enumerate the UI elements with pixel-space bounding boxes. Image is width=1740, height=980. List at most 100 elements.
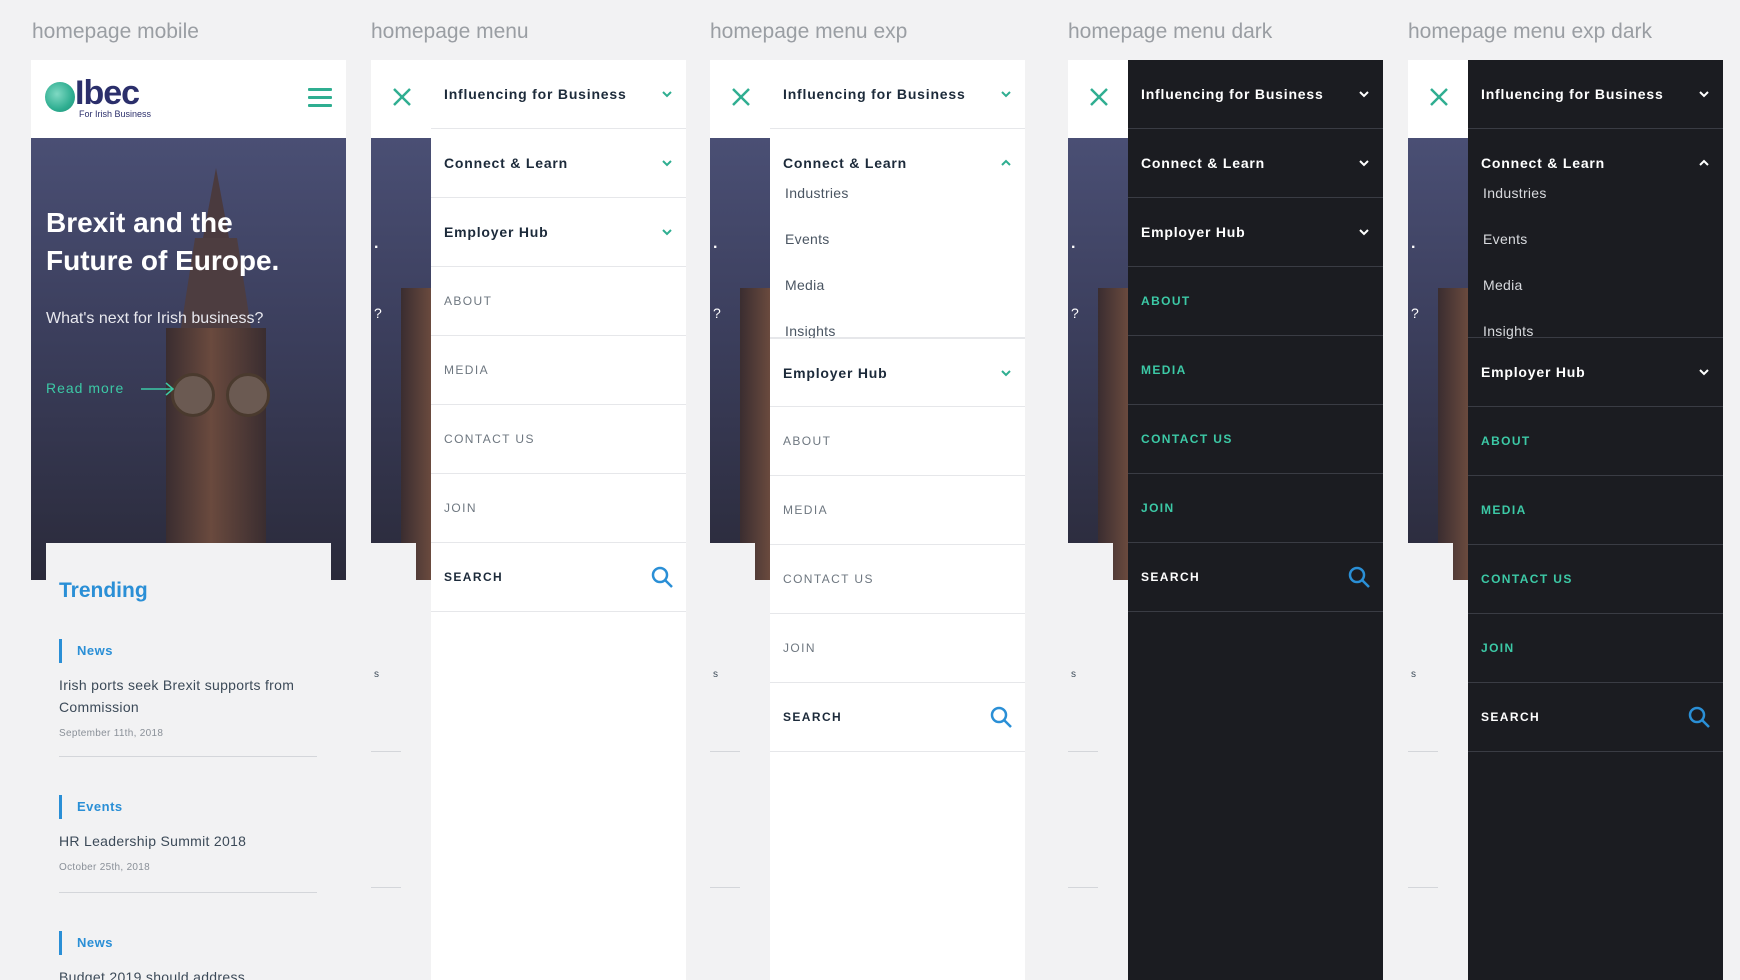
background-page-strip: . ? s [1068,60,1128,980]
clock-face [171,373,215,417]
chevron-down-icon[interactable] [661,227,673,237]
submenu-item-media[interactable]: Media [1483,277,1523,293]
close-icon[interactable] [1428,86,1450,108]
menu-icon[interactable] [308,88,332,108]
strip-hero-char: . [1411,235,1416,252]
menu-item-media[interactable]: MEDIA [1468,476,1723,545]
menu-item-influencing[interactable]: Influencing for Business [1468,60,1723,129]
tower-sliver [1438,288,1468,580]
submenu-item-insights[interactable]: Insights [1483,323,1534,339]
menu-item-employer[interactable]: Employer Hub [1128,198,1383,267]
menu-item-label: ABOUT [444,294,493,308]
submenu-item-industries[interactable]: Industries [785,185,849,201]
menu-item-contact[interactable]: CONTACT US [1468,545,1723,614]
menu-item-about[interactable]: ABOUT [770,407,1025,476]
menu-item-about[interactable]: ABOUT [1468,407,1723,476]
search-icon[interactable] [1687,705,1711,729]
ibec-logo[interactable]: Ibec For Irish Business [45,74,165,122]
frame-homepage-menu: . ? s Influencing for Business Connect &… [371,60,686,980]
chevron-down-icon[interactable] [661,158,673,168]
menu-item-search[interactable]: SEARCH [1468,683,1723,752]
menu-item-influencing[interactable]: Influencing for Business [770,60,1025,129]
arrow-right-icon[interactable] [141,382,175,396]
menu-item-media[interactable]: MEDIA [431,336,686,405]
menu-item-connect[interactable]: Connect & Learn [1128,129,1383,198]
trending-item[interactable]: Events HR Leadership Summit 2018 October… [59,795,317,873]
background-page-strip: . ? s [710,60,770,980]
menu-item-about[interactable]: ABOUT [1128,267,1383,336]
menu-item-label: CONTACT US [1141,432,1233,446]
menu-item-contact[interactable]: CONTACT US [1128,405,1383,474]
logo-mark-icon [45,82,75,112]
menu-item-influencing[interactable]: Influencing for Business [1128,60,1383,129]
search-icon[interactable] [650,565,674,589]
frame-homepage-menu-exp-dark: . ? s Influencing for Business Connect &… [1408,60,1723,980]
menu-item-contact[interactable]: CONTACT US [770,545,1025,614]
artboard-title-menu-dark: homepage menu dark [1068,20,1273,43]
menu-item-search[interactable]: SEARCH [1128,543,1383,612]
chevron-down-icon[interactable] [1000,368,1012,378]
menu-item-employer[interactable]: Employer Hub [770,338,1025,407]
menu-icon-bar [308,96,332,99]
submenu-item-events[interactable]: Events [1483,231,1528,247]
strip-char: s [713,669,718,680]
trending-category: News [59,639,317,663]
menu-item-join[interactable]: JOIN [1128,474,1383,543]
trending-headline[interactable]: Budget 2019 should address [59,966,317,980]
menu-item-influencing[interactable]: Influencing for Business [431,60,686,129]
strip-hero-char: . [1071,235,1076,252]
frame-homepage-menu-dark: . ? s Influencing for Business Connect &… [1068,60,1383,980]
submenu-item-media[interactable]: Media [785,277,825,293]
trending-date: September 11th, 2018 [59,728,164,739]
menu-item-join[interactable]: JOIN [431,474,686,543]
artboard-title-menu-exp-dark: homepage menu exp dark [1408,20,1652,43]
menu-item-search[interactable]: SEARCH [770,683,1025,752]
menu-item-media[interactable]: MEDIA [770,476,1025,545]
menu-item-media[interactable]: MEDIA [1128,336,1383,405]
strip-panel [1408,543,1453,980]
trending-headline[interactable]: Irish ports seek Brexit supports from Co… [59,674,317,718]
trending-item[interactable]: News Budget 2019 should address [59,931,317,980]
trending-headline[interactable]: HR Leadership Summit 2018 [59,830,317,852]
menu-item-connect[interactable]: Connect & Learn [431,129,686,198]
close-icon[interactable] [1088,86,1110,108]
divider [1068,887,1098,888]
chevron-down-icon[interactable] [1698,89,1710,99]
chevron-down-icon[interactable] [1698,367,1710,377]
chevron-down-icon[interactable] [1358,158,1370,168]
menu-item-label: CONTACT US [1481,572,1573,586]
menu-item-employer[interactable]: Employer Hub [1468,338,1723,407]
menu-item-search[interactable]: SEARCH [431,543,686,612]
menu-panel: Influencing for Business Connect & Learn… [431,60,686,980]
menu-item-employer[interactable]: Employer Hub [431,198,686,267]
chevron-down-icon[interactable] [661,89,673,99]
chevron-down-icon[interactable] [1358,227,1370,237]
menu-item-label: Influencing for Business [444,86,627,102]
divider [1068,751,1098,752]
menu-panel: Influencing for Business Connect & Learn… [770,60,1025,980]
search-icon[interactable] [1347,565,1371,589]
submenu-item-insights[interactable]: Insights [785,323,836,339]
read-more-link[interactable]: Read more [46,380,124,396]
menu-panel-dark: Influencing for Business Connect & Learn… [1468,60,1723,980]
search-icon[interactable] [989,705,1013,729]
trending-title: Trending [59,579,148,602]
submenu-item-industries[interactable]: Industries [1483,185,1547,201]
menu-item-label: MEDIA [1481,503,1527,517]
close-icon[interactable] [391,86,413,108]
chevron-down-icon[interactable] [1000,89,1012,99]
menu-item-label: ABOUT [1481,434,1531,448]
menu-item-join[interactable]: JOIN [1468,614,1723,683]
menu-icon-bar [308,88,332,91]
menu-icon-bar [308,104,332,107]
menu-item-join[interactable]: JOIN [770,614,1025,683]
submenu-item-events[interactable]: Events [785,231,830,247]
menu-item-contact[interactable]: CONTACT US [431,405,686,474]
menu-item-label: Connect & Learn [444,155,569,171]
trending-item[interactable]: News Irish ports seek Brexit supports fr… [59,639,317,739]
menu-item-label: Influencing for Business [1141,86,1324,102]
divider [371,751,401,752]
chevron-down-icon[interactable] [1358,89,1370,99]
menu-item-about[interactable]: ABOUT [431,267,686,336]
close-icon[interactable] [730,86,752,108]
